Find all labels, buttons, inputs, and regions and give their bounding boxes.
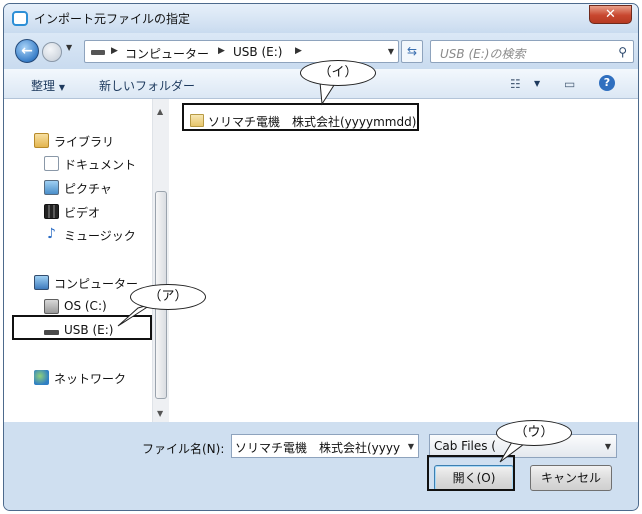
sidebar-item-label: OS (C:): [64, 299, 107, 313]
breadcrumb-usb[interactable]: USB (E:): [233, 45, 282, 59]
video-icon: [44, 204, 59, 219]
sidebar-item-label: ドキュメント: [64, 158, 137, 172]
breadcrumb-separator-icon[interactable]: ▶: [295, 46, 302, 56]
search-placeholder: USB (E:)の検索: [440, 47, 526, 61]
sidebar-item-label: ミュージック: [64, 229, 136, 243]
drive-icon: [91, 50, 105, 55]
file-type-value: Cab Files (: [434, 439, 496, 453]
highlight-box-file: [182, 103, 419, 131]
computer-icon: [34, 275, 49, 290]
breadcrumb-computer[interactable]: コンピューター: [125, 45, 209, 62]
view-options-icon[interactable]: ☷: [510, 77, 521, 91]
highlight-box-usb: [12, 315, 152, 340]
scroll-up-icon[interactable]: ▲: [157, 107, 163, 116]
new-folder-button[interactable]: 新しいフォルダー: [99, 77, 195, 94]
close-icon: ✕: [605, 7, 616, 22]
callout-a: （ア）: [130, 284, 206, 310]
filename-value: ソリマチ電機 株式会社(yyyy: [235, 441, 401, 455]
sidebar-item-label: ネットワーク: [54, 372, 127, 386]
address-dropdown-icon[interactable]: ▼: [388, 47, 394, 56]
preview-pane-icon[interactable]: ▭: [564, 77, 575, 91]
refresh-button[interactable]: ⇆: [401, 40, 423, 63]
view-options-dropdown-icon[interactable]: ▼: [534, 79, 540, 88]
hard-drive-icon: [44, 299, 59, 314]
search-icon[interactable]: ⚲: [618, 45, 627, 59]
chevron-down-icon: ▼: [58, 83, 65, 92]
document-icon: [44, 156, 59, 171]
back-arrow-icon: ←: [21, 43, 33, 59]
refresh-icon: ⇆: [406, 44, 418, 58]
breadcrumb-separator-icon[interactable]: ▶: [218, 46, 225, 56]
cancel-button[interactable]: キャンセル: [530, 465, 612, 491]
address-bar[interactable]: ▶ コンピューター ▶ USB (E:) ▶ ▼: [84, 40, 399, 63]
sidebar-item-label: ライブラリ: [54, 135, 115, 149]
sidebar-item-label: コンピューター: [54, 277, 139, 291]
library-icon: [34, 133, 49, 148]
sidebar-scrollbar[interactable]: ▲ ▼: [152, 99, 169, 422]
callout-u: （ウ）: [496, 420, 572, 446]
sidebar-item-label: ビデオ: [64, 206, 101, 220]
network-icon: [34, 370, 49, 385]
forward-button[interactable]: [42, 42, 62, 62]
sidebar-item-label: ピクチャ: [64, 182, 112, 196]
app-window-icon: [12, 11, 28, 26]
highlight-box-open: [427, 455, 515, 491]
organize-label: 整理: [31, 79, 56, 93]
window-title: インポート元ファイルの指定: [34, 12, 191, 26]
music-icon: ♪: [47, 226, 56, 242]
filename-label: ファイル名(N):: [142, 442, 225, 456]
help-icon[interactable]: ?: [599, 75, 615, 91]
close-button[interactable]: ✕: [589, 5, 632, 24]
filename-input[interactable]: ソリマチ電機 株式会社(yyyy ▼: [231, 434, 419, 458]
title-bar: インポート元ファイルの指定 ✕: [4, 4, 638, 33]
content-area: ライブラリ ドキュメント ピクチャ ビデオ ♪ ミュージック コンピューター O…: [4, 99, 638, 422]
callout-i: （イ）: [300, 60, 376, 86]
navigation-pane: ライブラリ ドキュメント ピクチャ ビデオ ♪ ミュージック コンピューター O…: [4, 99, 150, 422]
back-button[interactable]: ←: [15, 39, 39, 63]
search-input[interactable]: USB (E:)の検索 ⚲: [430, 40, 634, 63]
organize-button[interactable]: 整理 ▼: [31, 77, 65, 94]
breadcrumb-separator-icon[interactable]: ▶: [111, 46, 118, 56]
scroll-down-icon[interactable]: ▼: [157, 409, 163, 418]
picture-icon: [44, 180, 59, 195]
file-list-pane: ソリマチ電機 株式会社(yyyymmdd): [170, 99, 638, 422]
history-dropdown-icon[interactable]: ▼: [66, 43, 72, 52]
chevron-down-icon: ▼: [604, 442, 611, 451]
filename-dropdown-icon[interactable]: ▼: [405, 442, 414, 451]
